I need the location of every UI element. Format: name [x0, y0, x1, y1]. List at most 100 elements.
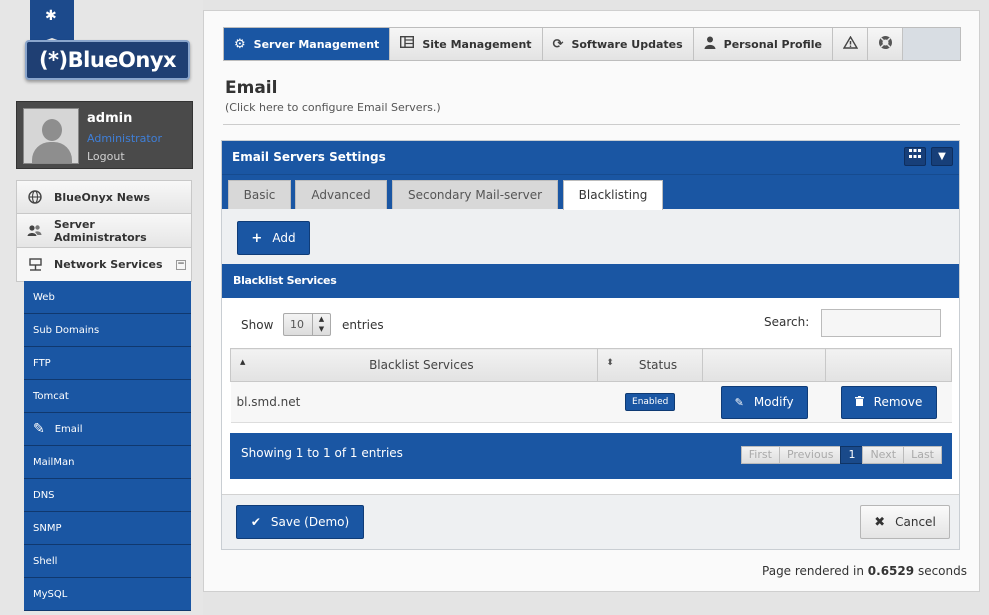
- submenu-item-ftp[interactable]: FTP: [24, 347, 191, 380]
- panel-dropdown-button[interactable]: ▼: [931, 147, 953, 166]
- cell-modify: ✎ Modify: [702, 381, 826, 423]
- nav-spacer: [903, 28, 960, 60]
- tab-label: Personal Profile: [723, 37, 822, 51]
- tab-blacklisting[interactable]: Blacklisting: [563, 180, 663, 210]
- column-header-remove: [825, 348, 952, 382]
- tab-basic[interactable]: Basic: [228, 180, 291, 209]
- submenu-item-sub-domains[interactable]: Sub Domains: [24, 314, 191, 347]
- sidebar-menu: BlueOnyx News Server Administrators Netw…: [16, 180, 192, 287]
- page-length-value: 10: [290, 318, 304, 331]
- page-length-select[interactable]: 10 ▲ ▼: [283, 313, 331, 336]
- cell-remove: Remove: [825, 381, 952, 423]
- pager-first[interactable]: First: [740, 446, 780, 464]
- submenu-item-web[interactable]: Web: [24, 281, 191, 314]
- table-info: Showing 1 to 1 of 1 entries: [241, 446, 403, 460]
- users-icon: [27, 223, 43, 239]
- entries-label: entries: [342, 318, 384, 332]
- refresh-icon: ⟳: [552, 36, 564, 52]
- column-label: Blacklist Services: [369, 358, 474, 372]
- column-header-blacklist-services[interactable]: ▲ Blacklist Services: [229, 348, 599, 382]
- cancel-button[interactable]: ✖ Cancel: [860, 505, 950, 539]
- grid-view-button[interactable]: [904, 147, 926, 166]
- sort-icon: ⬍: [606, 358, 614, 368]
- status-badge: Enabled: [625, 393, 676, 411]
- submenu-item-mailman[interactable]: MailMan: [24, 446, 191, 479]
- check-icon: ✔: [250, 515, 261, 529]
- plus-icon: +: [251, 230, 263, 246]
- page-title: Email: [225, 78, 278, 98]
- table-row: bl.smd.net Enabled ✎ Modify Remove: [230, 381, 952, 423]
- tab-advanced[interactable]: Advanced: [295, 180, 387, 209]
- grid-icon: [909, 149, 921, 158]
- pager-previous[interactable]: Previous: [778, 446, 842, 464]
- tab-label: Site Management: [422, 37, 532, 51]
- caret-down-icon: ▼: [938, 151, 946, 162]
- show-label: Show: [241, 318, 274, 332]
- sidebar-item-blueonyx-news[interactable]: BlueOnyx News: [16, 180, 192, 214]
- modify-button[interactable]: ✎ Modify: [720, 385, 808, 419]
- add-button[interactable]: + Add: [237, 221, 310, 255]
- tab-personal-profile[interactable]: Personal Profile: [694, 28, 833, 60]
- user-role-link[interactable]: Administrator: [87, 132, 162, 145]
- remove-label: Remove: [873, 395, 923, 409]
- trash-icon: [854, 395, 864, 409]
- avatar: [23, 108, 79, 164]
- sidebar: ✱ (*)BlueOnyx admin Administrator Logout…: [0, 0, 203, 615]
- tab-label: Server Management: [253, 37, 380, 51]
- submenu-item-shell[interactable]: Shell: [24, 545, 191, 578]
- blacklist-table: ▲ Blacklist Services ⬍ Status bl.smd.net: [229, 348, 952, 423]
- blacklist-header: Blacklist Services: [222, 264, 959, 298]
- configure-email-link[interactable]: (Click here to configure Email Servers.): [225, 101, 441, 114]
- pager-page-1[interactable]: 1: [840, 446, 864, 464]
- modify-label: Modify: [753, 395, 794, 409]
- submenu-item-dns[interactable]: DNS: [24, 479, 191, 512]
- column-header-modify: [702, 348, 827, 382]
- tab-label: Software Updates: [571, 37, 683, 51]
- warning-button[interactable]: [833, 28, 868, 60]
- table-info-bar: Showing 1 to 1 of 1 entries First Previo…: [230, 433, 952, 479]
- add-button-label: Add: [272, 231, 296, 245]
- collapse-icon[interactable]: −: [176, 260, 186, 270]
- sidebar-item-server-administrators[interactable]: Server Administrators: [16, 214, 192, 248]
- submenu-item-label: Email: [54, 423, 83, 435]
- submenu-item-email[interactable]: ✎ Email: [24, 413, 191, 446]
- brand-logo[interactable]: (*)BlueOnyx: [25, 40, 190, 80]
- cell-service: bl.smd.net: [230, 381, 598, 423]
- divider: [222, 494, 959, 495]
- search-label: Search:: [764, 315, 810, 329]
- render-suffix: seconds: [917, 564, 967, 578]
- panel-header: Email Servers Settings ▼: [222, 141, 959, 174]
- blacklist-body: Show 10 ▲ ▼ entries Search: ▲ Blacklist S…: [222, 298, 959, 494]
- tab-secondary-mail-server[interactable]: Secondary Mail-server: [392, 180, 558, 209]
- panel-title: Email Servers Settings: [232, 150, 386, 164]
- sidebar-item-label: Server Administrators: [53, 217, 147, 244]
- tab-site-management[interactable]: Site Management: [390, 28, 543, 60]
- pager-next[interactable]: Next: [862, 446, 905, 464]
- search-input[interactable]: [821, 309, 941, 337]
- column-header-status[interactable]: ⬍ Status: [597, 348, 704, 382]
- pencil-icon: ✎: [734, 395, 744, 409]
- help-button[interactable]: [868, 28, 903, 60]
- submenu-item-mysql[interactable]: MySQL: [24, 578, 191, 611]
- pager-last[interactable]: Last: [903, 446, 942, 464]
- spinner-icon: ▲ ▼: [312, 314, 330, 335]
- email-servers-panel: Email Servers Settings ▼ Basic Advanced …: [221, 140, 960, 550]
- tab-server-management[interactable]: ⚙ Server Management: [224, 28, 391, 60]
- logout-link[interactable]: Logout: [87, 150, 125, 163]
- sidebar-item-network-services[interactable]: Network Services −: [16, 248, 192, 287]
- star-icon: ✱: [45, 8, 57, 24]
- submenu-item-snmp[interactable]: SNMP: [24, 512, 191, 545]
- layout-icon: [400, 35, 415, 52]
- lifebuoy-icon: [878, 35, 893, 53]
- network-services-submenu: Web Sub Domains FTP Tomcat ✎ Email MailM…: [24, 281, 191, 611]
- render-time-value: 0.6529: [867, 564, 915, 578]
- tab-software-updates[interactable]: ⟳ Software Updates: [543, 28, 694, 60]
- render-time: Page rendered in 0.6529 seconds: [762, 564, 967, 578]
- save-button[interactable]: ✔ Save (Demo): [236, 505, 364, 539]
- main-content: ⚙ Server Management Site Management ⟳ So…: [203, 10, 980, 592]
- table-header-row: ▲ Blacklist Services ⬍ Status: [229, 348, 952, 382]
- save-label: Save (Demo): [270, 515, 350, 529]
- cancel-label: Cancel: [895, 515, 936, 529]
- remove-button[interactable]: Remove: [840, 385, 937, 419]
- submenu-item-tomcat[interactable]: Tomcat: [24, 380, 191, 413]
